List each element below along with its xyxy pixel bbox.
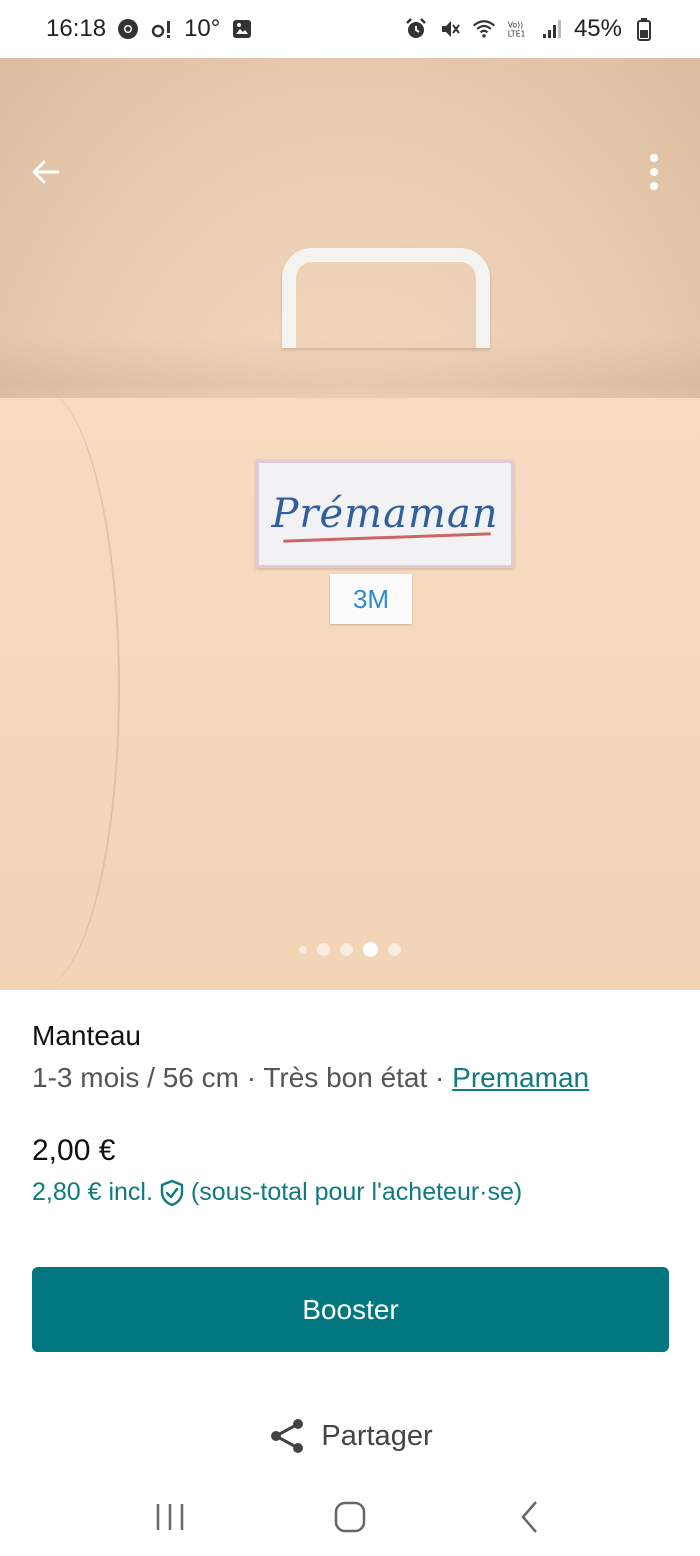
brand-tag-text: Prémaman bbox=[271, 491, 499, 537]
item-meta-text: 1-3 mois / 56 cm · Très bon état · bbox=[32, 1062, 453, 1093]
carousel-dot[interactable] bbox=[388, 943, 401, 956]
signal-icon bbox=[540, 17, 564, 41]
item-meta: 1-3 mois / 56 cm · Très bon état · Prema… bbox=[32, 1062, 672, 1094]
more-vertical-icon bbox=[650, 154, 658, 190]
item-title: Manteau bbox=[32, 1020, 141, 1051]
alert-icon bbox=[150, 17, 174, 41]
status-temperature: 10° bbox=[184, 15, 221, 42]
chrome-icon bbox=[116, 17, 140, 41]
chevron-left-icon bbox=[521, 1501, 537, 1533]
volte-icon: Vo)) LTE1 bbox=[506, 17, 530, 41]
carousel-dot[interactable] bbox=[340, 943, 353, 956]
booster-button-label: Booster bbox=[302, 1293, 399, 1325]
home-button[interactable] bbox=[320, 1487, 380, 1547]
booster-button[interactable]: Booster bbox=[32, 1267, 669, 1352]
gallery-icon bbox=[230, 17, 254, 41]
carousel-dot[interactable] bbox=[299, 945, 307, 954]
home-icon bbox=[334, 1501, 366, 1533]
status-bar: 16:18 10° Vo)) LTE1 45% bbox=[0, 0, 700, 58]
shield-check-icon bbox=[160, 1179, 184, 1206]
system-nav-bar bbox=[0, 1478, 700, 1556]
status-left: 16:18 10° bbox=[46, 15, 254, 43]
arrow-left-icon bbox=[32, 160, 60, 184]
item-price: 2,00 € bbox=[32, 1134, 116, 1167]
svg-text:LTE1: LTE1 bbox=[508, 30, 526, 39]
item-info: Manteau 1-3 mois / 56 cm · Très bon état… bbox=[32, 1020, 672, 1094]
size-tag-text: 3M bbox=[352, 583, 390, 614]
wifi-icon bbox=[472, 17, 496, 41]
system-back-button[interactable] bbox=[500, 1487, 560, 1547]
share-button[interactable]: Partager bbox=[0, 1416, 700, 1456]
buyer-price-note: (sous-total pour l'acheteur·se) bbox=[190, 1178, 523, 1206]
brand-link[interactable]: Premaman bbox=[452, 1062, 589, 1093]
svg-text:Vo)): Vo)) bbox=[508, 20, 523, 29]
carousel-dot-active[interactable] bbox=[363, 942, 378, 957]
carousel-indicator[interactable] bbox=[0, 942, 700, 957]
brand-tag: Prémaman bbox=[256, 460, 514, 568]
more-options-button[interactable] bbox=[626, 144, 682, 200]
battery-percentage: 45% bbox=[573, 15, 622, 42]
back-button[interactable] bbox=[18, 144, 74, 200]
share-icon bbox=[271, 1419, 304, 1453]
status-time: 16:18 bbox=[46, 15, 107, 42]
status-right: Vo)) LTE1 45% bbox=[404, 15, 656, 43]
carousel-dot[interactable] bbox=[317, 943, 330, 956]
hanger-loop bbox=[282, 248, 490, 348]
mute-icon bbox=[438, 17, 462, 41]
buyer-price-value: 2,80 € incl. bbox=[32, 1178, 153, 1206]
recent-apps-button[interactable] bbox=[140, 1487, 200, 1547]
product-photo[interactable]: Prémaman 3M bbox=[0, 58, 700, 990]
battery-icon bbox=[632, 17, 656, 41]
recent-apps-icon bbox=[156, 1504, 184, 1530]
size-tag: 3M bbox=[330, 574, 412, 624]
alarm-icon bbox=[404, 17, 428, 41]
buyer-price[interactable]: 2,80 € incl. (sous-total pour l'acheteur… bbox=[32, 1178, 522, 1207]
share-label: Partager bbox=[321, 1419, 433, 1452]
